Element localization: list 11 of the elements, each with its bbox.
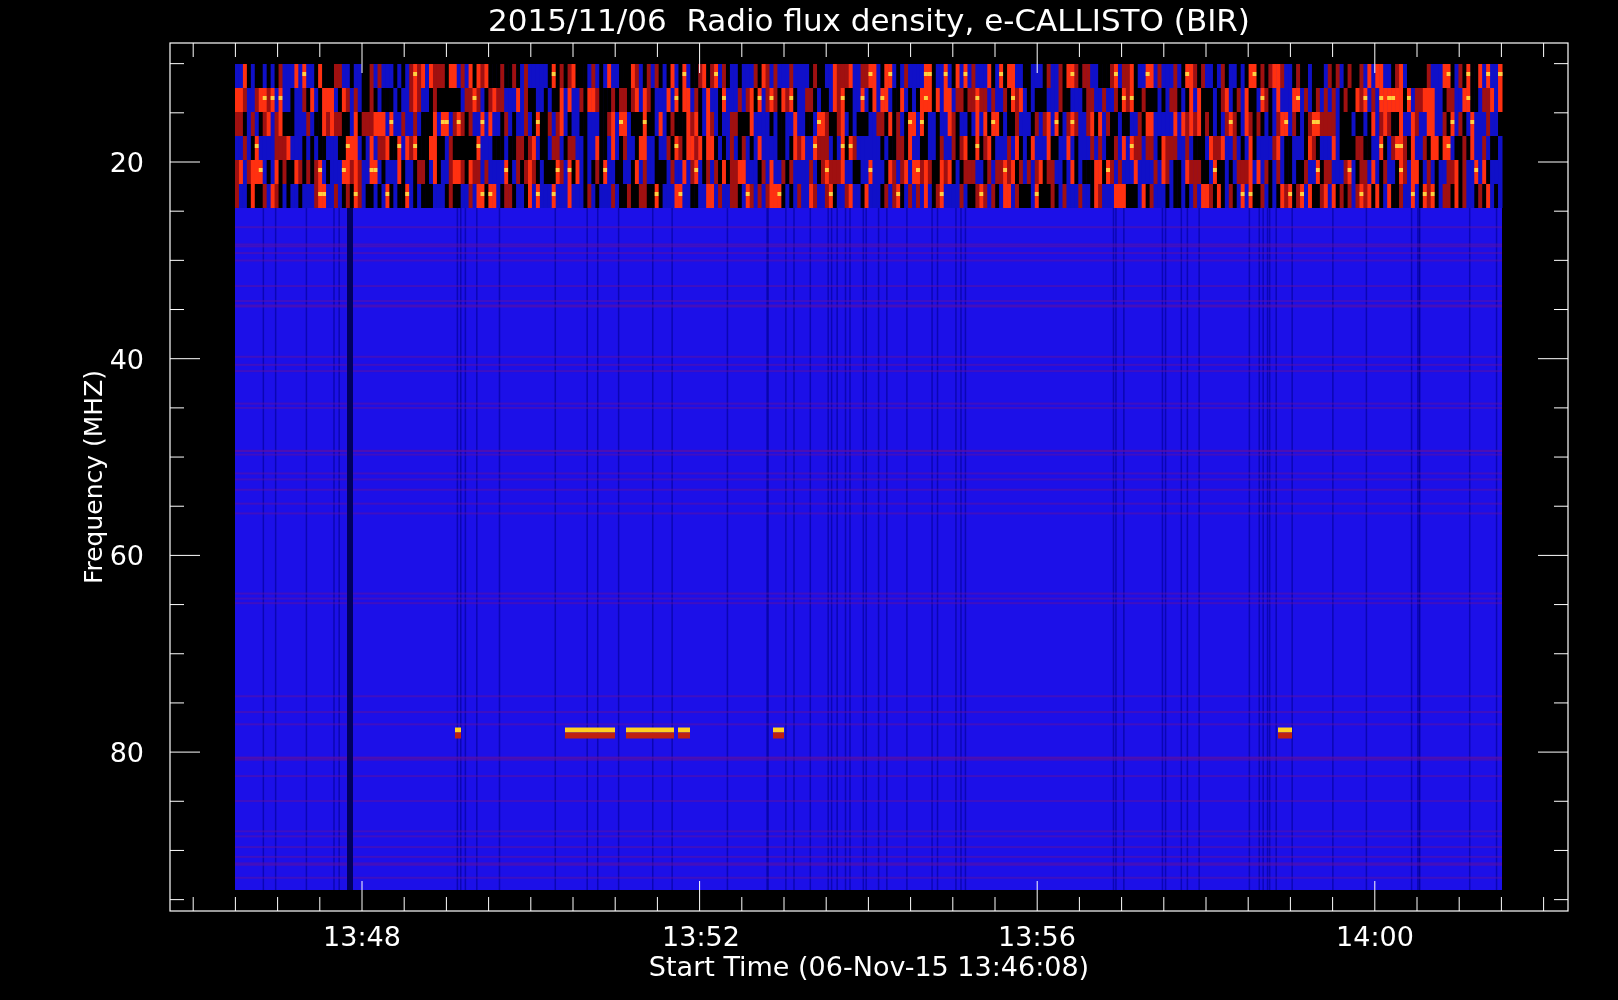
y-tick-label: 40 — [109, 343, 144, 375]
y-tick-label: 60 — [109, 540, 144, 572]
x-tick-label: 14:00 — [1336, 921, 1414, 952]
x-tick-label: 13:56 — [998, 921, 1076, 952]
x-tick-label: 13:52 — [662, 921, 740, 952]
y-axis-label: Frequency (MHZ) — [79, 369, 108, 585]
plot-title: 2015/11/06 Radio flux density, e-CALLISTO (BIR) — [488, 2, 1250, 38]
y-tick-label: 80 — [109, 737, 144, 769]
y-tick-label: 20 — [109, 147, 144, 178]
x-tick-label: 13:48 — [323, 921, 401, 952]
x-axis-label: Start Time (06-Nov-15 13:46:08) — [648, 951, 1090, 982]
